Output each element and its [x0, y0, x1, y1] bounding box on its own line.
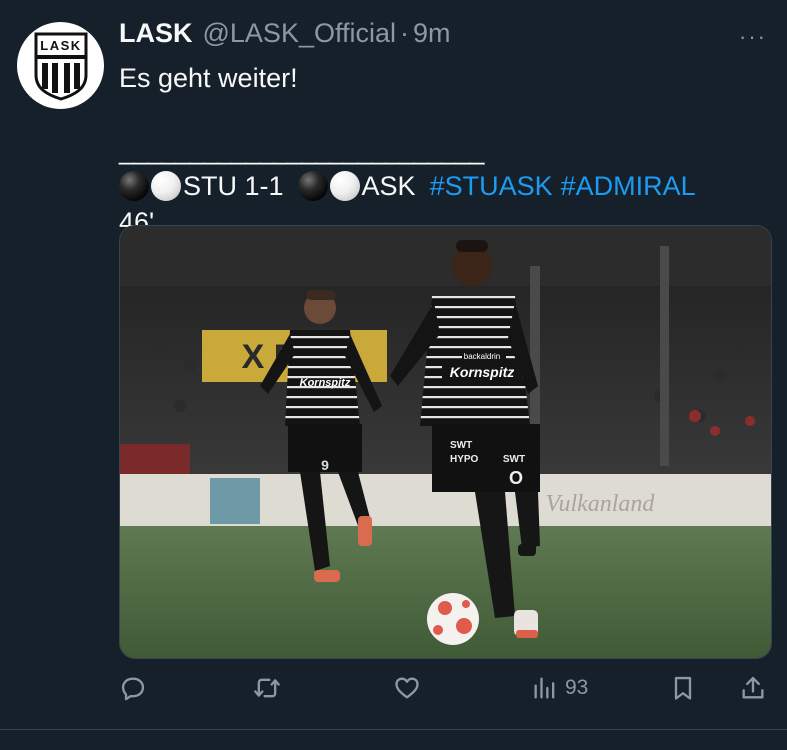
shorts-number-left: 9	[321, 457, 329, 473]
next-tweet-area	[0, 730, 787, 750]
retweet-button[interactable]	[253, 674, 281, 702]
black-circle-icon	[297, 171, 328, 201]
tweet[interactable]: LASK LASK @LASK_Official · 9m ··· Es geh…	[0, 0, 787, 730]
sponsor-right: Kornspitz	[450, 364, 515, 380]
board-text: Vulkanland	[546, 491, 656, 517]
lask-logo-icon: LASK	[34, 32, 87, 101]
views-icon	[534, 677, 555, 699]
logo-text: LASK	[40, 38, 81, 53]
hashtag-admiral[interactable]: #ADMIRAL	[561, 168, 696, 204]
score-home: STU 1-1	[183, 171, 284, 201]
tweet-header: LASK @LASK_Official · 9m	[119, 18, 451, 54]
shorts-text-3: SWT	[503, 454, 525, 465]
separator-dot: ·	[400, 18, 409, 48]
share-button[interactable]	[739, 674, 767, 702]
sponsor-left: Kornspitz	[300, 377, 351, 389]
tweet-line-1: Es geht weiter!	[119, 63, 298, 93]
more-icon[interactable]: ···	[739, 24, 767, 50]
author-name[interactable]: LASK	[119, 18, 193, 49]
white-circle-icon	[329, 171, 360, 201]
views-button[interactable]: 93	[531, 674, 588, 702]
tweet-actions: 93	[119, 674, 769, 708]
bookmark-button[interactable]	[669, 674, 697, 702]
share-icon	[742, 676, 764, 699]
shorts-text-1: SWT	[450, 440, 472, 451]
football	[427, 593, 479, 645]
timestamp[interactable]: 9m	[413, 18, 451, 49]
match-photo: X R Vulkanland 9 Kornspitz backaldrin Ko…	[120, 226, 771, 658]
bookmark-icon	[674, 676, 692, 700]
reply-icon	[121, 677, 145, 701]
views-count: 93	[565, 676, 589, 699]
avatar[interactable]: LASK	[17, 22, 104, 109]
retweet-icon	[254, 678, 280, 698]
like-icon	[395, 677, 419, 699]
shorts-number-right: O	[509, 468, 523, 488]
white-circle-icon	[151, 171, 181, 201]
hashtag-stuask[interactable]: #STUASK	[430, 168, 553, 204]
like-button[interactable]	[393, 674, 421, 702]
author-handle[interactable]: @LASK_Official	[203, 18, 397, 49]
shorts-text-2: HYPO	[450, 454, 479, 465]
black-circle-icon	[119, 171, 149, 201]
reply-button[interactable]	[119, 674, 147, 702]
score-line: STU 1-1 ASK #STUASK #ADMIRAL	[119, 168, 769, 204]
tweet-text: Es geht weiter! ________________________…	[119, 60, 769, 240]
score-away: ASK	[361, 171, 416, 201]
tweet-photo[interactable]: X R Vulkanland 9 Kornspitz backaldrin Ko…	[119, 225, 772, 659]
tweet-divider: __________________________	[119, 135, 484, 165]
shirt-text: backaldrin	[464, 352, 500, 361]
tweet-line-empty	[119, 96, 769, 132]
